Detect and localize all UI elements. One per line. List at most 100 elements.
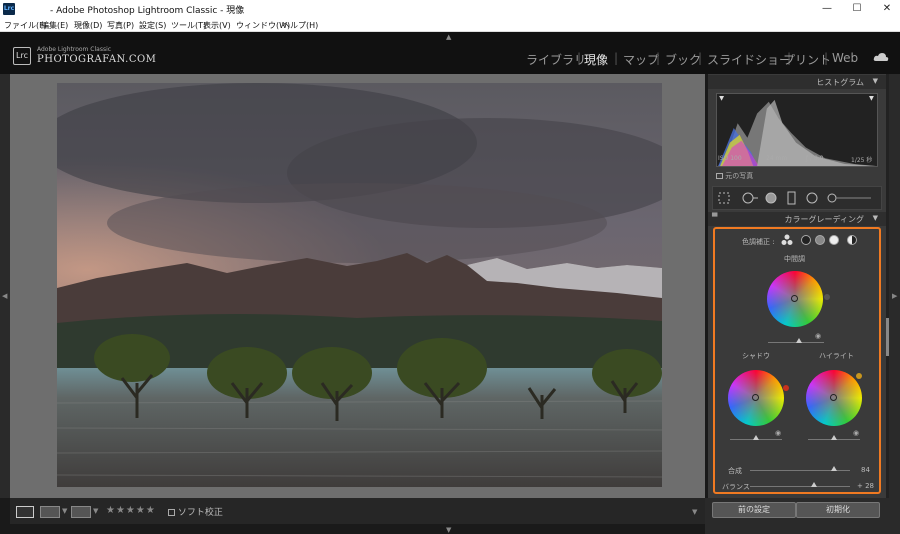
highlight-color-wheel[interactable] (806, 370, 862, 426)
original-photo-label: 元の写真 (725, 172, 754, 180)
shadow-luminance-thumb[interactable] (753, 435, 759, 440)
app-icon: Lrc (3, 3, 15, 15)
maximize-button[interactable]: ☐ (842, 1, 872, 17)
highlight-visibility-icon[interactable]: ◉ (853, 429, 859, 437)
menu-develop[interactable]: 現像(D) (74, 20, 102, 31)
before-after-menu-icon[interactable]: ▼ (62, 507, 67, 515)
wheel-hi-handle[interactable] (830, 394, 837, 401)
red-eye-icon (765, 192, 777, 204)
right-panel-toggle-icon[interactable]: ▶ (892, 292, 897, 300)
midtone-color-wheel[interactable] (767, 271, 823, 327)
left-panel-collapsed (0, 74, 10, 498)
highlight-color-swatch[interactable] (856, 373, 862, 379)
minimize-button[interactable]: — (812, 1, 842, 17)
shadow-visibility-icon[interactable]: ◉ (775, 429, 781, 437)
module-map[interactable]: マップ (623, 51, 659, 68)
iso-readout: ISO 100 (718, 155, 742, 162)
color-grading-header[interactable]: ▀ カラーグレーディング ▼ (708, 212, 886, 226)
shadow-color-wheel[interactable] (728, 370, 784, 426)
soft-proof-checkbox[interactable] (168, 509, 175, 516)
right-panel-scrollbar[interactable] (886, 74, 889, 498)
menu-edit[interactable]: 編集(E) (41, 20, 68, 31)
loupe-view-button[interactable] (16, 506, 34, 518)
top-panel-toggle-icon[interactable]: ▲ (446, 33, 451, 41)
shadow-label: シャドウ (742, 352, 770, 360)
rating-stars[interactable]: ★★★★★ (106, 505, 156, 516)
soft-proof-toggle[interactable]: ソフト校正 (168, 505, 223, 518)
highlight-clip-icon (869, 95, 874, 101)
menu-view[interactable]: 表示(V) (203, 20, 231, 31)
bottom-panel-toggle-icon[interactable]: ▼ (446, 526, 451, 534)
scrollbar-thumb[interactable] (886, 318, 889, 356)
title-bar: Lrc - Adobe Photoshop Lightroom Classic … (0, 0, 900, 18)
photo-preview[interactable] (57, 83, 662, 487)
collapse-histogram-icon[interactable]: ▼ (873, 77, 878, 85)
midtone-view-icon[interactable] (815, 235, 825, 245)
histogram-title: ヒストグラム (816, 78, 864, 87)
aperture-readout: ƒ / 8.0 (806, 155, 824, 162)
previous-settings-button[interactable]: 前の設定 (712, 502, 796, 518)
color-grading-highlight-frame (713, 227, 881, 494)
module-slideshow[interactable]: スライドショー (707, 51, 791, 68)
bottom-edge (0, 524, 705, 534)
cloud-sync-icon[interactable] (873, 52, 889, 62)
original-photo-checkbox[interactable] (716, 173, 723, 179)
global-view-icon[interactable] (847, 235, 857, 245)
shadow-view-icon[interactable] (801, 235, 811, 245)
menu-photo[interactable]: 写真(P) (107, 20, 134, 31)
menu-help[interactable]: ヘルプ(H) (282, 20, 318, 31)
shadow-clip-icon (719, 95, 725, 101)
radial-icon (806, 192, 818, 204)
before-after-button[interactable] (40, 506, 60, 518)
collapse-color-grading-icon[interactable]: ▼ (873, 214, 878, 222)
brush-icon (827, 193, 837, 203)
module-book[interactable]: ブック (665, 51, 701, 68)
blend-value[interactable]: 84 (861, 466, 870, 474)
toolbar-menu-icon[interactable]: ▼ (692, 508, 697, 516)
menu-tools[interactable]: ツール(T) (171, 20, 206, 31)
soft-proof-label: ソフト校正 (177, 508, 223, 518)
copy-settings-button[interactable] (71, 506, 91, 518)
mask-icon (787, 191, 796, 205)
close-button[interactable]: ✕ (872, 1, 900, 17)
copy-menu-icon[interactable]: ▼ (93, 507, 98, 515)
tool-icons (718, 191, 871, 205)
spot-removal-icon (742, 192, 754, 204)
focal-readout: 24 mm (766, 155, 788, 162)
original-photo-toggle[interactable]: 元の写真 (716, 171, 753, 181)
lrc-logo: Lrc (13, 47, 31, 65)
blend-label: 合成 (728, 467, 742, 475)
window-title: - Adobe Photoshop Lightroom Classic - 現像 (50, 6, 245, 16)
midtone-color-swatch[interactable] (824, 294, 830, 300)
right-edge-strip (889, 74, 900, 498)
balance-slider[interactable] (750, 486, 850, 487)
highlight-label: ハイライト (819, 352, 854, 360)
highlight-luminance-thumb[interactable] (831, 435, 837, 440)
midtone-luminance-thumb[interactable] (795, 338, 802, 343)
balance-thumb[interactable] (811, 482, 817, 487)
blend-thumb[interactable] (831, 466, 837, 471)
reset-button[interactable]: 初期化 (796, 502, 880, 518)
brand-line1: Adobe Lightroom Classic (37, 46, 112, 53)
histogram-header[interactable]: ヒストグラム ▼ (708, 75, 886, 89)
highlight-view-icon[interactable] (829, 235, 839, 245)
module-web[interactable]: Web (832, 51, 858, 65)
wheel-sh-handle[interactable] (752, 394, 759, 401)
color-grading-title: カラーグレーディング (784, 215, 864, 224)
crop-icon (718, 192, 730, 204)
menu-bar: ファイル(F) 編集(E) 現像(D) 写真(P) 設定(S) ツール(T) 表… (0, 18, 900, 32)
left-panel-toggle-icon[interactable]: ◀ (2, 292, 7, 300)
menu-settings[interactable]: 設定(S) (139, 20, 166, 31)
panel-switch-icon[interactable]: ▀ (712, 213, 717, 221)
wheel-mid-handle[interactable] (791, 295, 798, 302)
shadow-color-swatch[interactable] (783, 385, 789, 391)
brand-line2: PHOTOGRAFAN.COM (37, 54, 157, 65)
shutter-readout: 1/25 秒 (851, 157, 873, 164)
three-way-view-icon[interactable] (781, 234, 793, 246)
midtone-visibility-icon[interactable]: ◉ (815, 332, 821, 340)
adjust-label: 色調補正 : (742, 238, 775, 246)
balance-label: バランス (722, 483, 750, 491)
midtone-label: 中間調 (784, 255, 805, 263)
balance-value[interactable]: + 28 (857, 482, 874, 490)
module-develop[interactable]: 現像 (584, 51, 608, 68)
